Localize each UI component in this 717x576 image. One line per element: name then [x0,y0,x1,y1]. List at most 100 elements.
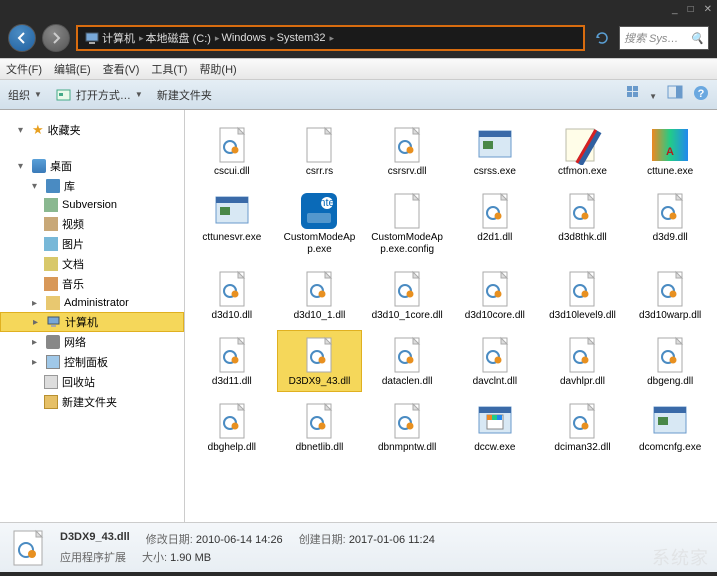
file-list[interactable]: cscui.dllcsrr.rs csrsrv.dll csrss.exectfmo… [185,110,717,522]
star-icon: ★ [32,122,44,138]
tree-library[interactable]: ▾ 库 [0,176,184,196]
tree-new-folder[interactable]: 新建文件夹 [0,392,184,412]
file-item[interactable]: d3d10warp.dll [627,264,713,326]
file-item[interactable]: d3d10_1.dll [277,264,363,326]
tree-control-panel[interactable]: ▸ 控制面板 [0,352,184,372]
file-item[interactable]: csrr.rs [277,120,363,182]
tree-favorites[interactable]: ▾ ★ 收藏夹 [0,120,184,140]
file-icon [558,268,606,310]
tree-lib-item[interactable]: 文档 [0,254,184,274]
file-icon [208,190,256,232]
status-size: 1.90 MB [170,552,211,564]
expand-icon[interactable]: ▸ [32,298,42,309]
file-icon [383,190,431,232]
file-item[interactable]: Acttune.exe [627,120,713,182]
file-icon [471,190,519,232]
title-bar: _ □ ✕ [0,0,717,18]
maximize-button[interactable]: □ [688,4,694,15]
collapse-icon[interactable]: ▾ [32,181,42,192]
file-label: csrsrv.dll [388,166,427,178]
file-label: dbgeng.dll [647,376,693,388]
search-placeholder: 搜索 Sys… [624,30,678,46]
desktop-icon [32,159,46,173]
file-icon [383,124,431,166]
file-item[interactable]: CustomModeApp.exe.config [364,186,450,260]
refresh-button[interactable] [591,27,613,49]
tree-lib-item[interactable]: 音乐 [0,274,184,294]
file-item[interactable]: cscui.dll [189,120,275,182]
preview-pane-button[interactable] [667,85,683,104]
file-label: davhlpr.dll [560,376,605,388]
file-item[interactable]: dccw.exe [452,396,538,458]
close-button[interactable]: ✕ [704,4,712,15]
collapse-icon[interactable]: ▾ [18,125,28,136]
file-item[interactable]: d3d10_1core.dll [364,264,450,326]
file-item[interactable]: davclnt.dll [452,330,538,392]
file-icon [295,334,343,376]
file-item[interactable]: d3d10.dll [189,264,275,326]
expand-icon[interactable]: ▸ [32,337,42,348]
open-with-button[interactable]: 打开方式…▼ [56,87,143,103]
help-button[interactable]: ? [693,85,709,104]
collapse-icon[interactable]: ▾ [18,161,28,172]
file-item[interactable]: intelCustomModeApp.exe [277,186,363,260]
tree-administrator[interactable]: ▸ Administrator [0,294,184,312]
file-icon [383,400,431,442]
file-item[interactable]: dcomcnfg.exe [627,396,713,458]
tree-network[interactable]: ▸ 网络 [0,332,184,352]
menu-view[interactable]: 查看(V) [103,61,140,77]
file-item[interactable]: csrsrv.dll [364,120,450,182]
file-item[interactable]: d2d1.dll [452,186,538,260]
new-folder-button[interactable]: 新建文件夹 [157,87,212,103]
status-filename: D3DX9_43.dll [60,531,130,543]
tree-computer[interactable]: ▸ 计算机 [0,312,184,332]
file-item[interactable]: dbnetlib.dll [277,396,363,458]
file-label: D3DX9_43.dll [289,376,351,388]
tree-lib-item[interactable]: 图片 [0,234,184,254]
library-icon [46,179,60,193]
file-item[interactable]: d3d11.dll [189,330,275,392]
breadcrumb-item[interactable]: 本地磁盘 (C:)▸ [146,30,220,46]
file-item[interactable]: csrss.exe [452,120,538,182]
breadcrumb-item[interactable]: Windows▸ [221,32,274,44]
file-label: d3d10_1.dll [294,310,346,322]
file-item[interactable]: dataclen.dll [364,330,450,392]
expand-icon[interactable]: ▸ [33,317,43,328]
breadcrumb[interactable]: 计算机▸ 本地磁盘 (C:)▸ Windows▸ System32▸ [76,25,585,51]
file-item[interactable]: d3d10level9.dll [540,264,626,326]
file-item[interactable]: dbnmpntw.dll [364,396,450,458]
file-item[interactable]: dbgeng.dll [627,330,713,392]
breadcrumb-item[interactable]: 计算机▸ [102,30,144,46]
file-item[interactable]: ctfmon.exe [540,120,626,182]
expand-icon[interactable]: ▸ [32,357,42,368]
file-icon [383,334,431,376]
tree-desktop[interactable]: ▾ 桌面 [0,156,184,176]
network-icon [46,335,60,349]
forward-button[interactable] [42,24,70,52]
tree-recycle[interactable]: 回收站 [0,372,184,392]
file-item[interactable]: d3d8thk.dll [540,186,626,260]
menu-edit[interactable]: 编辑(E) [54,61,91,77]
organize-button[interactable]: 组织▼ [8,87,42,103]
breadcrumb-item[interactable]: System32▸ [277,32,334,44]
file-item[interactable]: d3d9.dll [627,186,713,260]
file-icon: A [646,124,694,166]
file-item[interactable]: cttunesvr.exe [189,186,275,260]
file-item[interactable]: dbghelp.dll [189,396,275,458]
file-label: d3d8thk.dll [558,232,606,244]
minimize-button[interactable]: _ [672,4,678,15]
file-icon [558,400,606,442]
file-item[interactable]: davhlpr.dll [540,330,626,392]
view-options-button[interactable]: ▼ [626,85,657,104]
tree-lib-item[interactable]: 视频 [0,214,184,234]
menu-help[interactable]: 帮助(H) [199,61,236,77]
file-item[interactable]: D3DX9_43.dll [277,330,363,392]
tree-lib-item[interactable]: Subversion [0,196,184,214]
back-button[interactable] [8,24,36,52]
menu-tools[interactable]: 工具(T) [151,61,187,77]
file-icon [208,400,256,442]
menu-file[interactable]: 文件(F) [6,61,42,77]
search-input[interactable]: 搜索 Sys… 🔍 [619,26,709,50]
file-item[interactable]: dciman32.dll [540,396,626,458]
file-item[interactable]: d3d10core.dll [452,264,538,326]
